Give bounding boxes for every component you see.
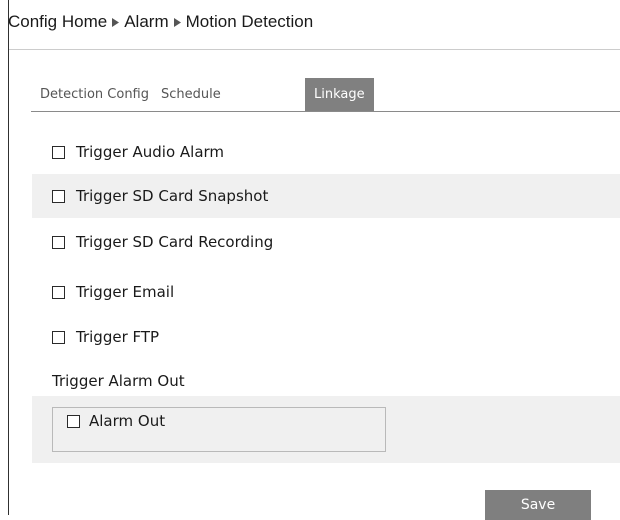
option-alarm-out[interactable]: Alarm Out — [67, 410, 165, 432]
tab-bar: Detection Config Schedule Linkage — [31, 78, 620, 112]
tab-schedule[interactable]: Schedule — [152, 78, 230, 111]
breadcrumb: Config Home Alarm Motion Detection — [8, 6, 313, 38]
option-label: Trigger Email — [76, 283, 175, 301]
option-trigger-sd-card-snapshot[interactable]: Trigger SD Card Snapshot — [32, 174, 620, 218]
option-label: Trigger SD Card Snapshot — [76, 187, 269, 205]
option-label: Alarm Out — [89, 412, 166, 430]
option-label: Trigger SD Card Recording — [76, 233, 274, 251]
checkbox[interactable] — [52, 189, 65, 203]
triangle-right-icon — [173, 17, 181, 27]
tab-linkage[interactable]: Linkage — [305, 78, 374, 111]
triangle-right-icon — [112, 17, 120, 27]
option-label: Trigger Audio Alarm — [76, 143, 225, 161]
checkbox[interactable] — [52, 235, 65, 249]
checkbox[interactable] — [67, 414, 80, 428]
tab-detection-config[interactable]: Detection Config — [31, 78, 158, 111]
breadcrumb-config-home[interactable]: Config Home — [8, 12, 107, 32]
option-label: Trigger FTP — [76, 328, 160, 346]
checkbox[interactable] — [52, 285, 65, 299]
trigger-alarm-out-label: Trigger Alarm Out — [52, 372, 185, 390]
option-trigger-email[interactable]: Trigger Email — [32, 270, 620, 314]
option-trigger-ftp[interactable]: Trigger FTP — [32, 315, 620, 359]
checkbox[interactable] — [52, 330, 65, 344]
option-trigger-sd-card-recording[interactable]: Trigger SD Card Recording — [32, 220, 620, 264]
breadcrumb-motion-detection: Motion Detection — [185, 12, 314, 31]
checkbox[interactable] — [52, 145, 65, 159]
breadcrumb-alarm[interactable]: Alarm — [124, 12, 168, 32]
option-trigger-audio-alarm[interactable]: Trigger Audio Alarm — [32, 130, 620, 174]
header-divider — [9, 49, 620, 50]
save-button[interactable]: Save — [485, 490, 591, 520]
